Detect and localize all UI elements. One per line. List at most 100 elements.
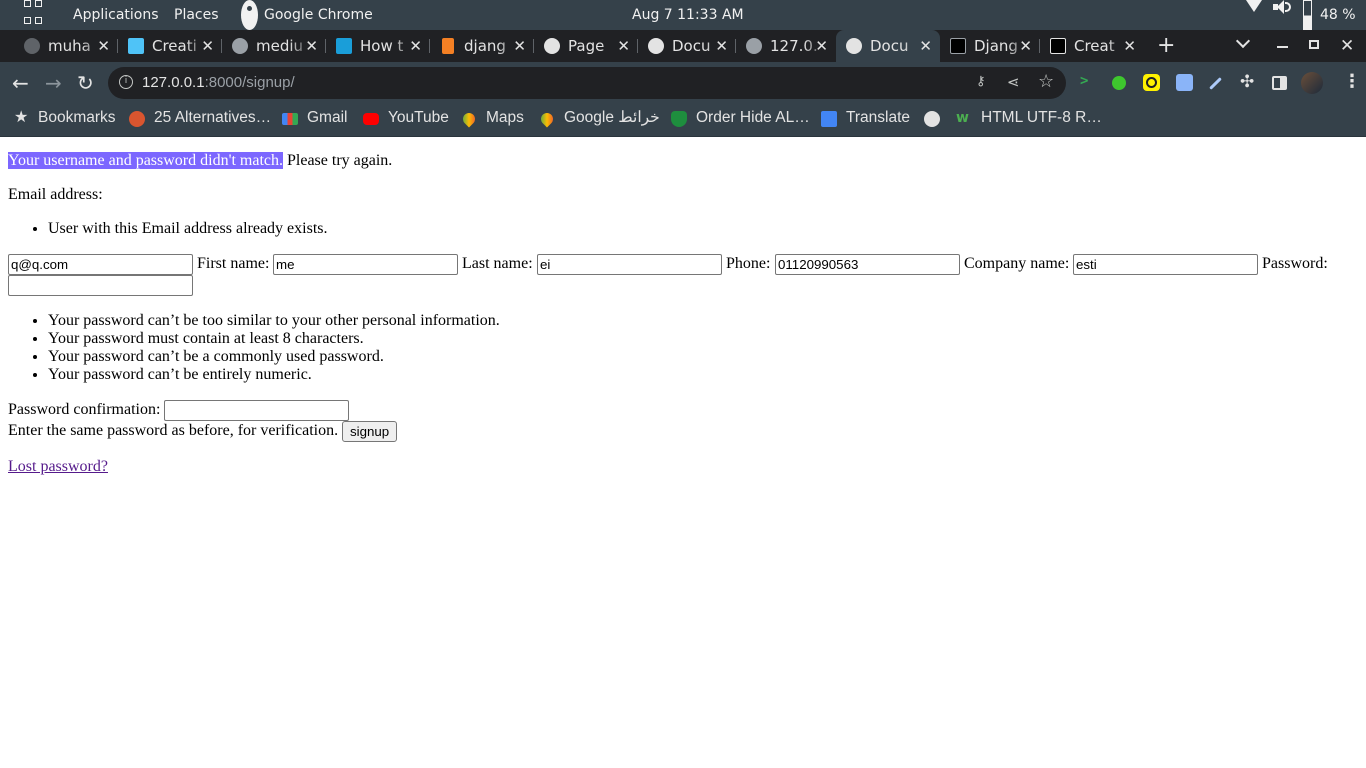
star-icon: ★ [14, 109, 29, 126]
browser-tab[interactable]: Djang ✕ [940, 30, 1040, 62]
url-path: :8000/signup/ [204, 74, 295, 91]
extension-yellow-icon[interactable] [1143, 74, 1160, 91]
tab-close-icon[interactable]: ✕ [97, 30, 110, 62]
site-info-icon[interactable]: i [119, 75, 133, 89]
tab-title: How t [360, 37, 404, 55]
applications-menu[interactable]: Applications [73, 0, 159, 30]
tab-close-icon[interactable]: ✕ [305, 30, 318, 62]
lost-password-link[interactable]: Lost password? [8, 457, 108, 477]
password-help-item: Your password can’t be a commonly used p… [48, 348, 500, 366]
battery-icon[interactable] [1303, 0, 1312, 30]
url-host: 127.0.0.1 [142, 74, 205, 91]
tab-close-icon[interactable]: ✕ [1019, 30, 1032, 62]
error-text-selected: Your username and password didn't match. [8, 152, 283, 169]
extensions-puzzle-icon[interactable]: ✣ [1240, 72, 1254, 92]
browser-tab[interactable]: mediu ✕ [222, 30, 326, 62]
forward-icon[interactable]: → [45, 72, 62, 94]
phone-field[interactable]: 01120990563 [775, 254, 960, 275]
stackoverflow-icon [442, 38, 454, 54]
browser-tab[interactable]: muha ✕ [14, 30, 118, 62]
close-window-icon[interactable]: ✕ [1340, 30, 1354, 62]
url-text[interactable]: 127.0.0.1:8000/signup/ [142, 67, 295, 99]
tab-close-icon[interactable]: ✕ [815, 30, 828, 62]
profile-avatar[interactable] [1301, 72, 1323, 94]
key-icon[interactable]: ⚷ [976, 75, 990, 88]
address-bar[interactable]: i 127.0.0.1:8000/signup/ ⚷ ⋖ ☆ [108, 67, 1066, 99]
extension-green-dot-icon[interactable] [1112, 76, 1126, 90]
battery-percentage[interactable]: 48 % [1320, 0, 1356, 30]
email-label: Email address: [8, 186, 103, 203]
cube-icon [128, 38, 144, 54]
maximize-icon[interactable] [1309, 40, 1319, 49]
tab-close-icon[interactable]: ✕ [919, 30, 932, 62]
browser-tab[interactable]: djang ✕ [430, 30, 534, 62]
clock[interactable]: Aug 7 11:33 AM [632, 0, 744, 30]
side-panel-icon[interactable] [1272, 76, 1287, 90]
browser-tab[interactable]: Creat ✕ [1040, 30, 1144, 62]
browser-tab[interactable]: 127.0. ✕ [736, 30, 836, 62]
tab-close-icon[interactable]: ✕ [617, 30, 630, 62]
browser-tab[interactable]: Docu ✕ [638, 30, 736, 62]
bookmarks-bar: ★ Bookmarks 25 Alternatives… Gmail YouTu… [0, 104, 1366, 137]
email-error-item: User with this Email address already exi… [48, 220, 328, 238]
share-icon[interactable]: ⋖ [1007, 74, 1020, 90]
more-menu-icon[interactable]: ⋮ [1343, 72, 1361, 92]
bookmark-label: Gmail [307, 109, 348, 126]
browser-tab[interactable]: Page ✕ [534, 30, 638, 62]
translate-icon [821, 111, 837, 127]
browser-tab[interactable]: How t ✕ [326, 30, 430, 62]
reload-icon[interactable]: ↻ [77, 72, 94, 94]
phone-label: Phone: [726, 255, 771, 272]
extension-document-icon[interactable] [1176, 74, 1193, 91]
volume-icon[interactable] [1273, 0, 1291, 30]
star-icon[interactable]: ☆ [1038, 72, 1054, 92]
youtube-icon [363, 113, 379, 125]
extension-pen-icon[interactable] [1209, 77, 1222, 90]
first-name-label: First name: [197, 255, 270, 272]
globe-icon [924, 111, 940, 127]
tab-close-icon[interactable]: ✕ [1123, 30, 1136, 62]
producthunt-icon [129, 111, 145, 127]
globe-icon [232, 38, 248, 54]
signup-button[interactable]: signup [342, 421, 398, 442]
bookmark-label: Bookmarks [38, 109, 116, 126]
email-field[interactable]: q@q.com [8, 254, 193, 275]
tab-title: Creat [1074, 37, 1115, 55]
minimize-icon[interactable] [1277, 46, 1288, 48]
password-help-item: Your password can’t be entirely numeric. [48, 366, 500, 384]
company-name-field[interactable]: esti [1073, 254, 1258, 275]
back-icon[interactable]: ← [12, 72, 29, 94]
active-app-menu[interactable]: Google Chrome [264, 0, 373, 30]
browser-tab-active[interactable]: Docu ✕ [836, 30, 940, 62]
last-name-field[interactable]: ei [537, 254, 722, 275]
password-help-item: Your password must contain at least 8 ch… [48, 330, 500, 348]
tab-title: Docu [870, 37, 909, 55]
w3schools-icon: w [956, 110, 969, 126]
shield-icon [671, 111, 687, 127]
tab-title: Creati [152, 37, 197, 55]
password-label: Password: [1262, 255, 1328, 272]
maps-icon [538, 110, 556, 128]
tab-title: djang [464, 37, 506, 55]
browser-tab[interactable]: Creati ✕ [118, 30, 222, 62]
new-tab-button[interactable]: + [1157, 30, 1175, 62]
tab-close-icon[interactable]: ✕ [715, 30, 728, 62]
first-name-field[interactable]: me [273, 254, 458, 275]
tab-search-icon[interactable] [1235, 33, 1251, 49]
bookmark-label: 25 Alternatives… [154, 109, 272, 126]
extension-terminal-icon[interactable]: > [1080, 73, 1088, 89]
tab-title: mediu [256, 37, 304, 55]
bookmark-label: Order Hide AL… [696, 109, 810, 126]
password-confirmation-field[interactable] [164, 400, 349, 421]
places-menu[interactable]: Places [174, 0, 219, 30]
password-field[interactable] [8, 275, 193, 296]
apps-grid-icon[interactable] [24, 0, 42, 30]
tab-close-icon[interactable]: ✕ [201, 30, 214, 62]
bookmark-label: Google خرائط [564, 109, 660, 126]
globe-icon [648, 38, 664, 54]
tab-close-icon[interactable]: ✕ [409, 30, 422, 62]
form-error-message: Your username and password didn't match.… [8, 151, 392, 171]
tab-close-icon[interactable]: ✕ [513, 30, 526, 62]
bookmark-label: Translate [846, 109, 911, 126]
system-top-bar: Applications Places Google Chrome Aug 7 … [0, 0, 1366, 30]
